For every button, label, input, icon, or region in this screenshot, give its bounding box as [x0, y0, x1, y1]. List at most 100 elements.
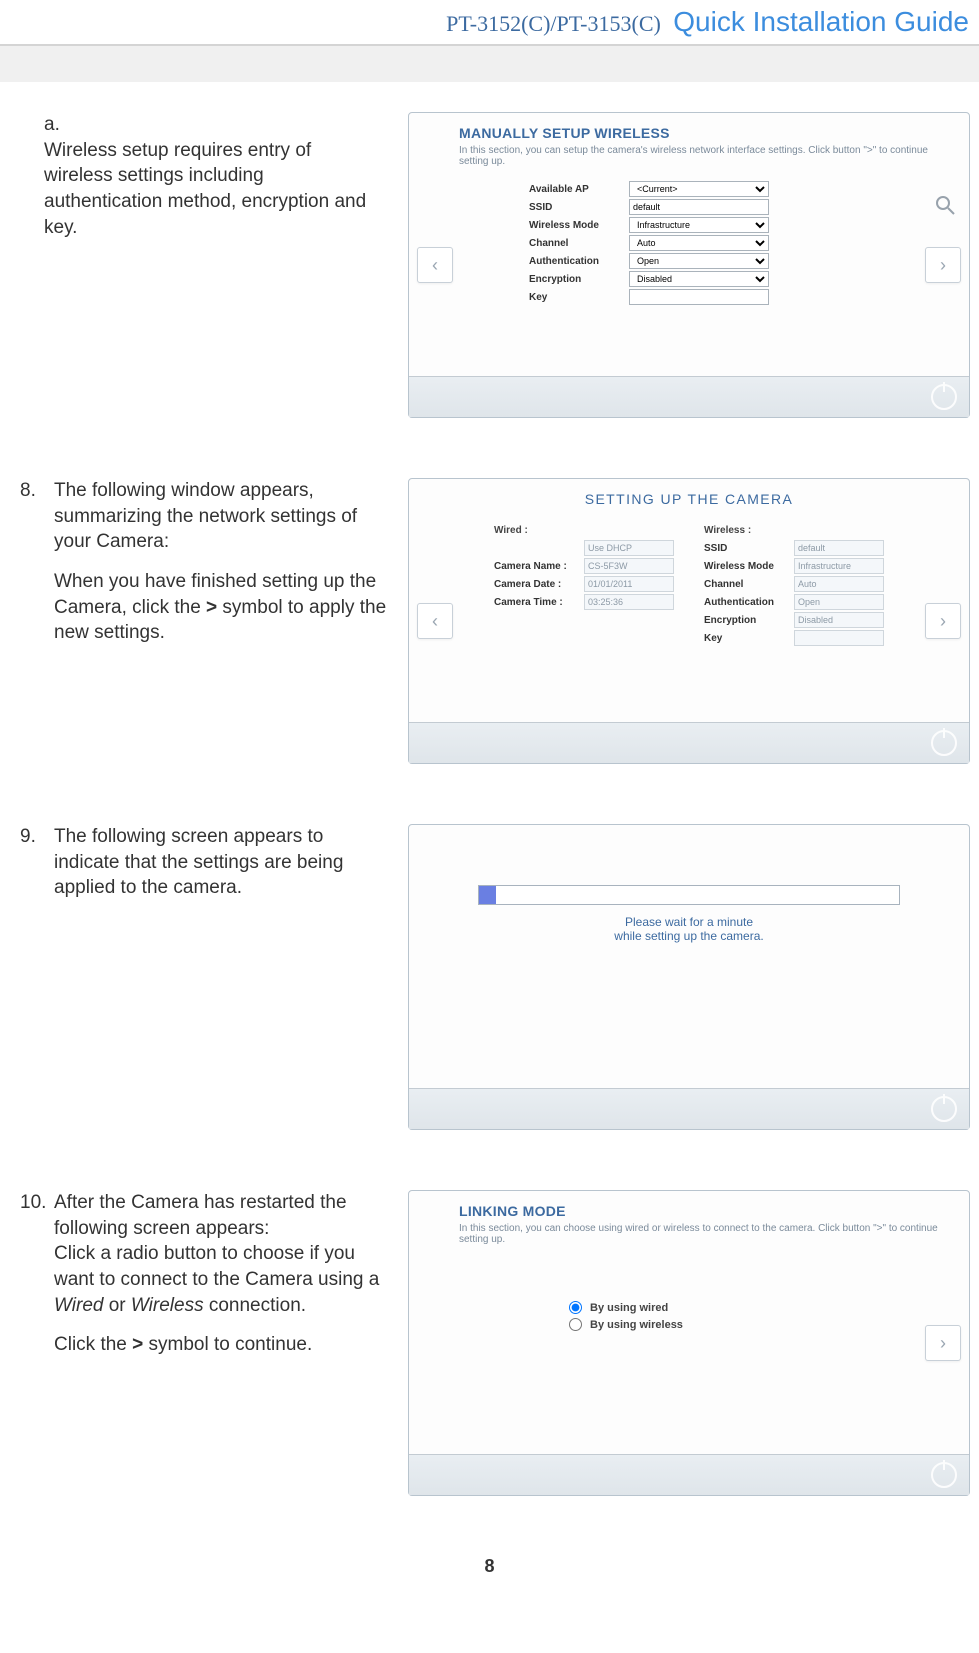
scan-button[interactable] — [933, 193, 959, 219]
step-a-body: Wireless setup requires entry of wireles… — [44, 138, 374, 241]
step-10-marker: 10. — [20, 1190, 54, 1216]
wired-header: Wired : — [494, 525, 674, 536]
progress-fill — [479, 886, 496, 904]
mode-label: Wireless Mode — [529, 220, 629, 231]
panel-wireless-setup: MANUALLY SETUP WIRELESS In this section,… — [408, 112, 970, 418]
availableap-select[interactable]: <Current> — [629, 181, 769, 197]
chevron-right-icon: › — [940, 1333, 946, 1354]
sum-enc-value: Disabled — [794, 612, 884, 628]
sum-mode-label: Wireless Mode — [704, 561, 794, 572]
key-input[interactable] — [629, 289, 769, 305]
prev-button[interactable]: ‹ — [417, 247, 453, 283]
panel-footer — [409, 376, 969, 417]
panel-wireless-sub: In this section, you can setup the camer… — [459, 145, 951, 167]
step-9-marker: 9. — [20, 824, 54, 850]
panel-linking-title: LINKING MODE — [459, 1203, 951, 1219]
sum-auth-value: Open — [794, 594, 884, 610]
panel-wireless-title: MANUALLY SETUP WIRELESS — [459, 125, 951, 141]
step-10-p2b: connection. — [204, 1295, 306, 1316]
page-number: 8 — [20, 1556, 959, 1577]
wired-ip-value: Use DHCP — [584, 540, 674, 556]
next-button[interactable]: › — [925, 603, 961, 639]
sum-ssid-label: SSID — [704, 543, 794, 554]
radio-wired-row[interactable]: By using wired — [569, 1301, 809, 1314]
sum-ssid-value: default — [794, 540, 884, 556]
step-a-text: a. Wireless setup requires entry of wire… — [20, 112, 408, 254]
step-10-p3a: Click the — [54, 1334, 132, 1355]
sum-channel-value: Auto — [794, 576, 884, 592]
progress-bar — [478, 885, 900, 905]
step-8-marker: 8. — [20, 478, 54, 504]
step-9-body: The following screen appears to indicate… — [54, 824, 384, 901]
power-icon[interactable] — [931, 384, 957, 410]
channel-select[interactable]: Auto — [629, 235, 769, 251]
header-title: Quick Installation Guide — [673, 6, 969, 37]
sum-key-label: Key — [704, 633, 794, 644]
panel-summary-title: SETTING UP THE CAMERA — [409, 479, 969, 517]
ssid-input[interactable] — [629, 199, 769, 215]
panel-footer — [409, 1454, 969, 1495]
panel-linking-sub: In this section, you can choose using wi… — [459, 1223, 951, 1245]
chevron-right-icon: › — [940, 255, 946, 276]
radio-wired[interactable] — [569, 1301, 582, 1314]
sum-auth-label: Authentication — [704, 597, 794, 608]
wired-time-label: Camera Time : — [494, 597, 584, 608]
sum-enc-label: Encryption — [704, 615, 794, 626]
doc-header: PT-3152(C)/PT-3153(C) Quick Installation… — [0, 0, 979, 46]
chevron-left-icon: ‹ — [432, 611, 438, 632]
channel-label: Channel — [529, 238, 629, 249]
step-8-p1: The following window appears, summarizin… — [54, 478, 384, 555]
radio-wireless[interactable] — [569, 1318, 582, 1331]
ssid-label: SSID — [529, 202, 629, 213]
next-button[interactable]: › — [925, 1325, 961, 1361]
step-10-sym: > — [132, 1334, 143, 1355]
step-10-p2a: Click a radio button to choose if you wa… — [54, 1243, 379, 1290]
auth-label: Authentication — [529, 256, 629, 267]
power-icon[interactable] — [931, 1096, 957, 1122]
radio-wireless-label: By using wireless — [590, 1319, 683, 1331]
radio-wireless-row[interactable]: By using wireless — [569, 1318, 809, 1331]
chevron-right-icon: › — [940, 611, 946, 632]
panel-summary: SETTING UP THE CAMERA ‹ › Wired : Use DH… — [408, 478, 970, 764]
step-10-wired: Wired — [54, 1295, 103, 1316]
wired-time-value: 03:25:36 — [584, 594, 674, 610]
step-10-wireless: Wireless — [131, 1295, 204, 1316]
mode-select[interactable]: Infrastructure — [629, 217, 769, 233]
sum-mode-value: Infrastructure — [794, 558, 884, 574]
panel-linking: LINKING MODE In this section, you can ch… — [408, 1190, 970, 1496]
prev-button[interactable]: ‹ — [417, 603, 453, 639]
chevron-left-icon: ‹ — [432, 255, 438, 276]
step-10-p3b: symbol to continue. — [143, 1334, 312, 1355]
panel-footer — [409, 722, 969, 763]
wired-date-value: 01/01/2011 — [584, 576, 674, 592]
step-9-text: 9.The following screen appears to indica… — [20, 824, 408, 915]
next-button[interactable]: › — [925, 247, 961, 283]
header-band — [0, 46, 979, 82]
step-10-p1: After the Camera has restarted the follo… — [54, 1192, 347, 1239]
panel-footer — [409, 1088, 969, 1129]
header-model: PT-3152(C)/PT-3153(C) — [446, 11, 661, 36]
availableap-label: Available AP — [529, 184, 629, 195]
key-label: Key — [529, 292, 629, 303]
step-10-text: 10.After the Camera has restarted the fo… — [20, 1190, 408, 1372]
enc-label: Encryption — [529, 274, 629, 285]
sum-key-value — [794, 630, 884, 646]
power-icon[interactable] — [931, 1462, 957, 1488]
wired-name-label: Camera Name : — [494, 561, 584, 572]
step-8-text: 8.The following window appears, summariz… — [20, 478, 408, 660]
wait-line2: while setting up the camera. — [409, 929, 969, 943]
wait-line1: Please wait for a minute — [409, 915, 969, 929]
auth-select[interactable]: Open — [629, 253, 769, 269]
step-8-sym: > — [206, 597, 217, 618]
step-10-or: or — [103, 1295, 130, 1316]
wired-date-label: Camera Date : — [494, 579, 584, 590]
magnifier-icon — [933, 193, 957, 217]
step-a-marker: a. — [44, 112, 78, 138]
wireless-header: Wireless : — [704, 525, 884, 536]
panel-progress: Please wait for a minute while setting u… — [408, 824, 970, 1130]
power-icon[interactable] — [931, 730, 957, 756]
sum-channel-label: Channel — [704, 579, 794, 590]
wired-name-value: CS-5F3W — [584, 558, 674, 574]
radio-wired-label: By using wired — [590, 1302, 668, 1314]
enc-select[interactable]: Disabled — [629, 271, 769, 287]
